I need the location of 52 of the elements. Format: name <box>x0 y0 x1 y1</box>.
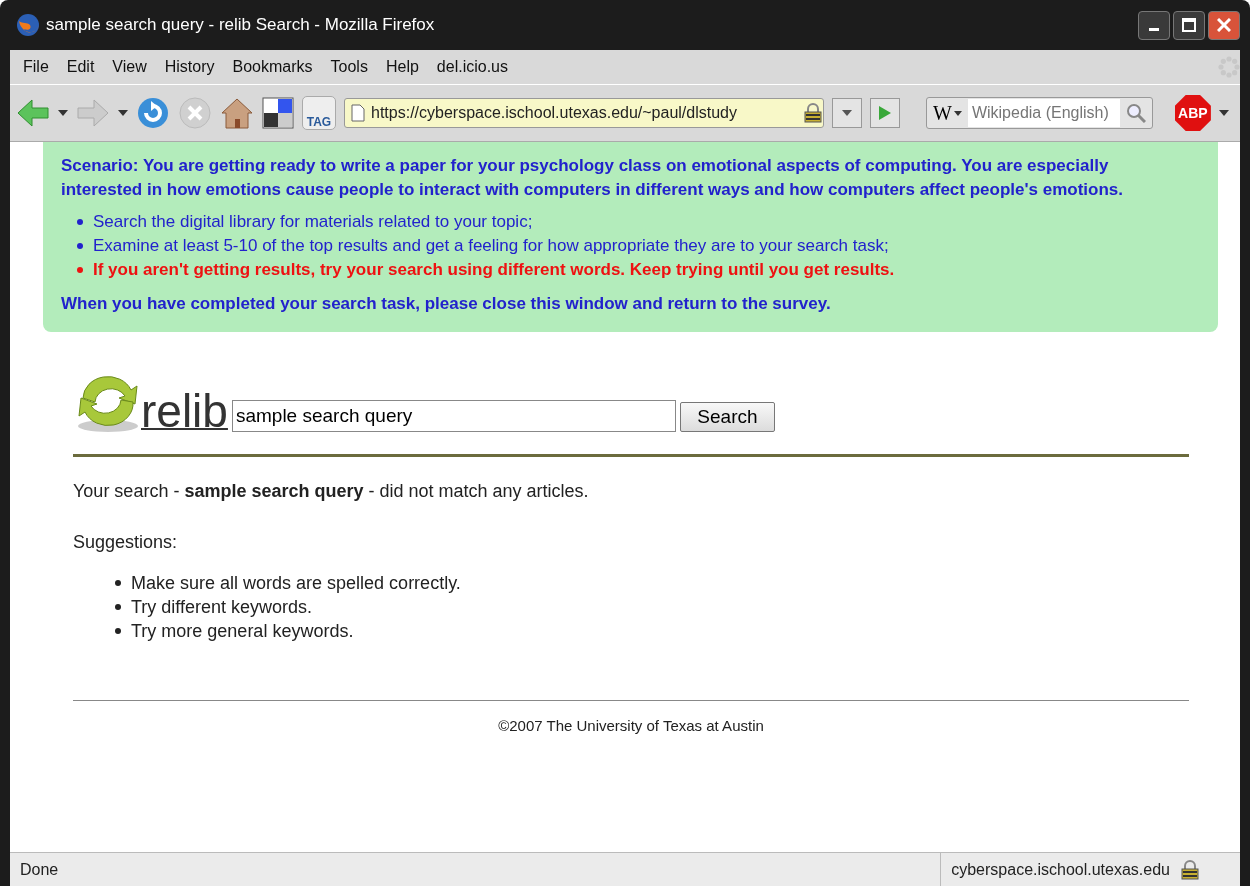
task-step: Examine at least 5-10 of the top results and get a feeling for how appropriate they are to your search task; <box>93 234 889 258</box>
suggestion-item: Make sure all words are spelled correctly. <box>131 572 461 595</box>
close-button[interactable] <box>1208 10 1240 40</box>
play-icon <box>878 105 892 121</box>
menu-item[interactable]: del.icio.us <box>427 58 517 76</box>
scenario-text: Scenario: You are getting ready to write a paper for your psychology class on emotional aspects of computing. You are especially interested in how emotions cause people to interact with computers in different ways and how computers affect people's emotions. <box>61 155 1124 201</box>
no-results-message: Your search - sample search query - did not match any articles. <box>73 481 590 502</box>
bullet-icon <box>77 243 83 249</box>
menu-item[interactable]: Tools <box>321 58 377 76</box>
menu-item[interactable]: File <box>14 58 58 76</box>
bullet-icon <box>77 267 83 273</box>
padlock-icon <box>803 103 823 123</box>
bullet-icon <box>77 219 83 225</box>
reload-icon[interactable] <box>136 96 170 130</box>
bullet-icon <box>115 628 121 634</box>
menu-item[interactable]: Bookmarks <box>223 58 322 76</box>
home-icon[interactable] <box>220 97 254 129</box>
task-step: If you aren't getting results, try your search using different words. Keep trying until you get results. <box>93 258 895 282</box>
status-host: cyberspace.ischool.utexas.edu <box>951 860 1170 879</box>
menu-item[interactable]: History <box>155 58 224 76</box>
adblock-dropdown-icon[interactable] <box>1218 110 1229 116</box>
query-field[interactable]: sample search query <box>231 400 676 432</box>
padlock-icon <box>1180 859 1200 880</box>
tag-button[interactable]: TAG <box>302 96 336 130</box>
search-button[interactable]: Search <box>679 402 775 432</box>
maximize-button[interactable] <box>1173 10 1205 40</box>
adblock-button[interactable]: ABP <box>1174 95 1211 131</box>
suggestion-item: Try different keywords. <box>131 596 313 619</box>
suggestion-item: Try more general keywords. <box>131 620 354 643</box>
closing-instruction: When you have completed your search task, please close this window and return to the survey. <box>61 293 832 315</box>
menu-item[interactable]: Edit <box>57 58 104 76</box>
minimize-button[interactable] <box>1138 10 1170 40</box>
address-bar[interactable]: https://cyberspace.ischool.utexas.edu/~paul/dlstudy <box>344 98 824 128</box>
maximize-icon <box>1182 18 1196 32</box>
bullet-icon <box>115 580 121 586</box>
menu-item[interactable]: Help <box>376 58 428 76</box>
throbber-icon <box>1218 56 1240 78</box>
suggestions-heading: Suggestions: <box>73 532 179 553</box>
menu-item[interactable]: View <box>103 58 156 76</box>
close-icon <box>1217 18 1231 32</box>
caret-icon <box>842 110 852 116</box>
site-logo[interactable]: relib <box>141 388 228 434</box>
status-text: Done <box>20 860 60 879</box>
page-icon <box>351 104 365 122</box>
history-dropdown-button[interactable] <box>832 98 862 128</box>
forward-dropdown-icon[interactable] <box>118 110 128 116</box>
window-title: sample search query - relib Search - Mozilla Firefox <box>46 15 436 35</box>
bullet-icon <box>115 604 121 610</box>
task-step: Search the digital library for materials related to your topic; <box>93 210 533 234</box>
minimize-icon <box>1149 28 1159 31</box>
back-dropdown-icon[interactable] <box>58 110 68 116</box>
copyright-notice: ©2007 The University of Texas at Austin <box>498 717 764 734</box>
